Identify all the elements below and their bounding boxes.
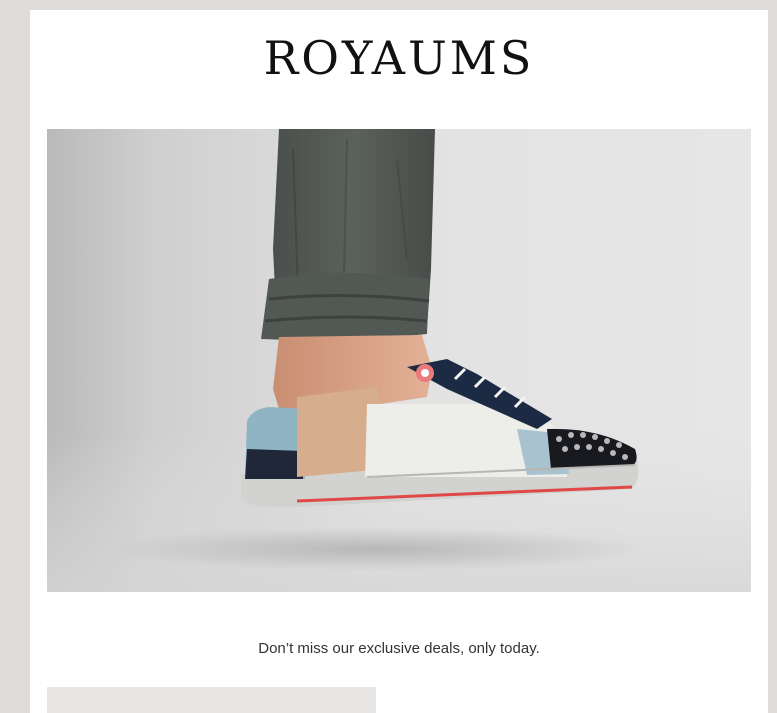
brand-logo[interactable]: ROYAUMS (30, 32, 768, 84)
hero-image[interactable] (47, 129, 751, 592)
product-image-placeholder[interactable] (47, 687, 376, 713)
promo-tagline: Don’t miss our exclusive deals, only tod… (258, 640, 540, 657)
email-body: ROYAUMS Don’t miss our exclusive deals, … (30, 10, 768, 713)
